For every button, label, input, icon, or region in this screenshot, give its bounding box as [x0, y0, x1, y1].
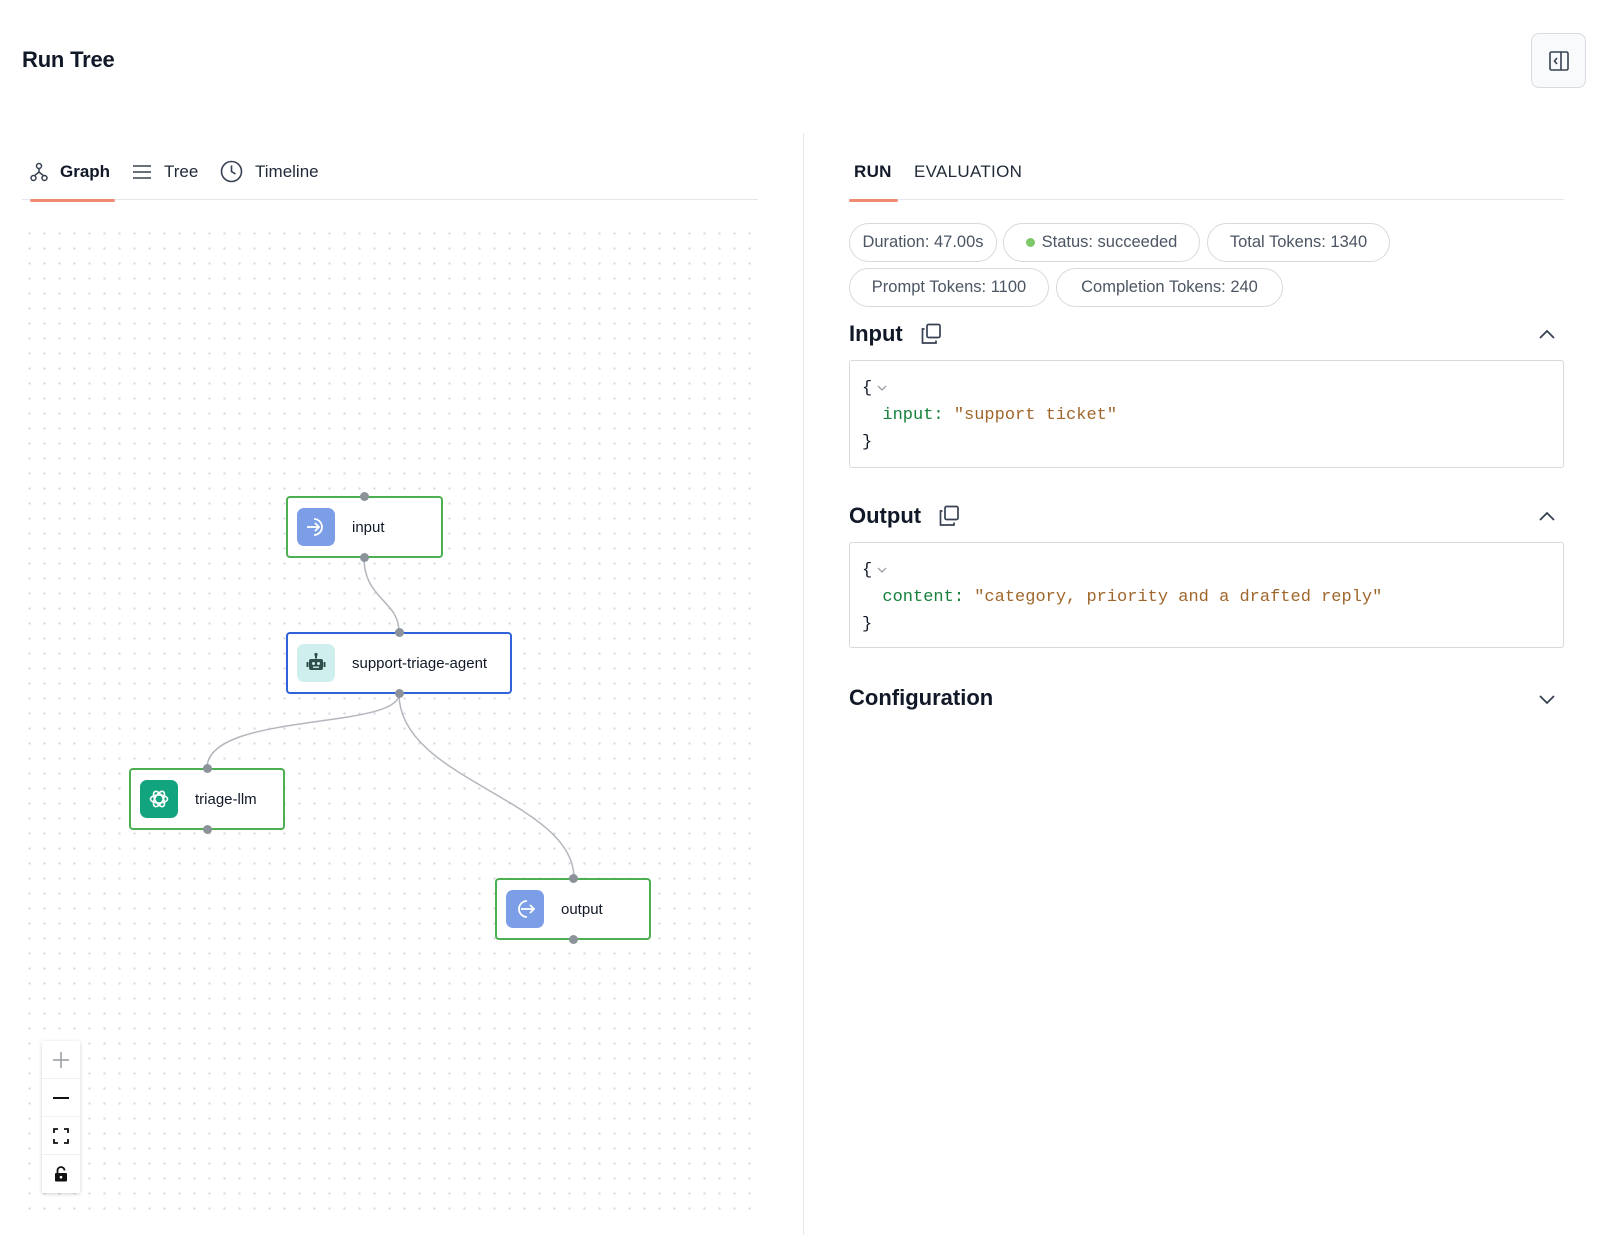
output-section-title: Output: [849, 503, 922, 528]
zoom-controls: [42, 1041, 80, 1193]
configuration-section-header[interactable]: Configuration: [849, 685, 993, 711]
collapse-caret-icon[interactable]: [876, 565, 888, 575]
copy-icon[interactable]: [937, 504, 961, 528]
node-handle[interactable]: [360, 492, 369, 501]
input-section-title: Input: [849, 321, 903, 346]
panel-divider: [803, 133, 804, 1235]
openai-icon: [140, 780, 178, 818]
json-close-brace: }: [862, 433, 873, 452]
graph-node-output[interactable]: output: [495, 874, 651, 944]
tab-timeline[interactable]: Timeline: [220, 143, 319, 200]
node-handle[interactable]: [202, 825, 212, 834]
view-tabs: Graph Tree Timeline: [22, 143, 758, 202]
fit-view-button[interactable]: [42, 1117, 80, 1155]
tab-evaluation[interactable]: EVALUATION: [914, 143, 1022, 200]
status-badge: Status: succeeded: [1003, 223, 1200, 262]
json-value: "support ticket": [953, 406, 1118, 425]
detail-tabs: RUN EVALUATION: [849, 143, 1564, 202]
json-value: "category, priority and a drafted reply": [974, 588, 1383, 607]
output-json-viewer: { content: "category, priority and a dra…: [849, 542, 1564, 648]
configuration-section-title: Configuration: [849, 685, 994, 710]
lock-button[interactable]: [42, 1155, 80, 1193]
tab-timeline-label: Timeline: [255, 161, 319, 181]
sidebar-toggle-icon: [1548, 50, 1569, 71]
json-open-brace: {: [862, 379, 873, 398]
panel-toggle-button[interactable]: [1531, 33, 1586, 88]
page-title: Run Tree: [22, 47, 115, 72]
node-handle[interactable]: [568, 935, 578, 944]
status-text: Status: succeeded: [1041, 233, 1178, 251]
node-label: input: [352, 518, 385, 536]
node-label: output: [561, 900, 603, 918]
tab-graph-label: Graph: [60, 161, 111, 181]
fit-view-icon: [53, 1127, 69, 1144]
total-tokens-badge: Total Tokens: 1340: [1207, 223, 1390, 262]
node-handle[interactable]: [394, 689, 404, 698]
chevron-up-icon[interactable]: [1538, 508, 1556, 526]
node-label: triage-llm: [195, 790, 257, 808]
copy-icon[interactable]: [919, 322, 943, 346]
node-handle[interactable]: [394, 628, 404, 637]
zoom-in-button[interactable]: [42, 1041, 80, 1079]
tab-run[interactable]: RUN: [849, 143, 898, 202]
lock-icon: [55, 1166, 67, 1182]
list-icon: [133, 164, 151, 179]
node-handle[interactable]: [360, 553, 369, 562]
tab-tree[interactable]: Tree: [132, 143, 198, 200]
zoom-out-icon: [53, 1096, 69, 1099]
chevron-down-icon[interactable]: [1538, 690, 1556, 708]
graph-node-support-triage-agent[interactable]: support-triage-agent: [286, 628, 512, 698]
chevron-up-icon[interactable]: [1538, 326, 1556, 344]
status-dot: [1025, 238, 1035, 247]
json-close-brace: }: [862, 615, 873, 634]
arrow-out-icon: [506, 890, 544, 928]
input-json-viewer: { input: "support ticket" }: [849, 360, 1564, 468]
prompt-tokens-badge: Prompt Tokens: 1100: [849, 268, 1049, 307]
graph-icon: [30, 162, 48, 181]
graph-canvas[interactable]: [22, 226, 758, 1216]
collapse-caret-icon[interactable]: [876, 383, 888, 393]
zoom-out-button[interactable]: [42, 1079, 80, 1117]
robot-icon: [297, 644, 335, 682]
graph-node-triage-llm[interactable]: triage-llm: [129, 764, 285, 834]
json-open-brace: {: [862, 561, 873, 580]
tab-tree-label: Tree: [164, 161, 199, 181]
arrow-in-icon: [297, 508, 335, 546]
zoom-in-icon: [53, 1051, 69, 1068]
output-section-header[interactable]: Output: [849, 503, 961, 529]
node-handle[interactable]: [568, 874, 578, 883]
node-handle[interactable]: [202, 764, 212, 773]
json-key: input:: [882, 406, 944, 425]
duration-badge: Duration: 47.00s: [849, 223, 997, 262]
tab-graph[interactable]: Graph: [30, 143, 115, 202]
node-label: support-triage-agent: [352, 654, 488, 672]
json-key: content:: [882, 588, 965, 607]
completion-tokens-badge: Completion Tokens: 240: [1056, 268, 1283, 307]
graph-node-input[interactable]: input: [286, 492, 443, 562]
input-section-header[interactable]: Input: [849, 321, 943, 347]
clock-icon: [220, 160, 243, 183]
